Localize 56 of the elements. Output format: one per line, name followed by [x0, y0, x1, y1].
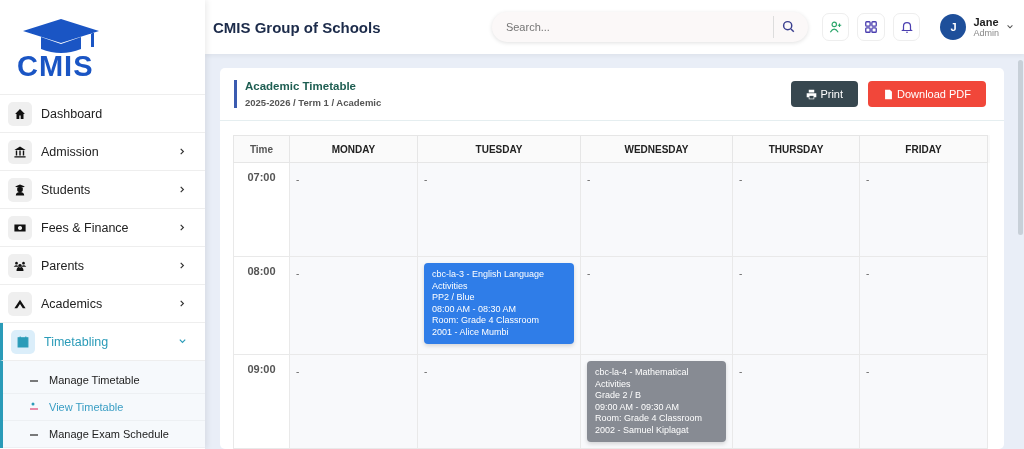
empty-cell: -	[739, 268, 743, 279]
empty-cell: -	[866, 366, 870, 377]
user-name: Jane	[973, 16, 999, 28]
empty-cell: -	[296, 174, 300, 185]
column-header: MONDAY	[290, 135, 418, 163]
lesson-card[interactable]: cbc-la-3 - English Language Activities PP2 / Blue 08:00 AM - 08:30 AM Room: Grade 4 Classroom 2001 - Alice Mumbi	[424, 263, 574, 344]
app-title: CMIS Group of Schools	[213, 18, 382, 36]
column-header: THURSDAY	[733, 135, 860, 163]
empty-cell: -	[296, 268, 300, 279]
empty-cell: -	[866, 268, 870, 279]
grid-icon[interactable]	[857, 13, 885, 41]
home-icon	[8, 101, 32, 126]
search-icon[interactable]	[781, 20, 795, 33]
empty-cell: -	[424, 366, 428, 377]
time-cell: 09:00	[233, 355, 290, 449]
printer-icon	[806, 88, 818, 100]
empty-cell: -	[587, 174, 591, 185]
submenu-item[interactable]: Manage Timetable	[3, 367, 205, 394]
nav-item[interactable]: Students	[0, 171, 205, 209]
column-header: Time	[233, 135, 290, 163]
nav-item[interactable]: Parents	[0, 247, 205, 285]
time-cell: 08:00	[233, 257, 290, 355]
nav-item[interactable]: Admission	[0, 133, 205, 171]
empty-cell: -	[866, 174, 870, 185]
scrollbar[interactable]	[1018, 60, 1023, 235]
document-icon	[883, 88, 894, 100]
user-role: Admin	[973, 28, 999, 38]
column-header: TUESDAY	[418, 135, 581, 163]
people-icon	[8, 253, 32, 278]
empty-cell: -	[587, 268, 591, 279]
pdf-button[interactable]: Download PDF	[868, 81, 986, 107]
logo: CMIS	[0, 0, 205, 95]
calendar-icon	[11, 329, 35, 354]
empty-cell: -	[296, 366, 300, 377]
money-icon	[8, 215, 32, 240]
nav-item[interactable]: Dashboard	[0, 95, 205, 133]
user-avatar[interactable]: J	[940, 14, 967, 40]
submenu-item[interactable]: Manage Exam Schedule	[3, 421, 205, 448]
bullet-icon	[29, 402, 39, 412]
time-cell: 07:00	[233, 163, 290, 257]
empty-cell: -	[739, 174, 743, 185]
add-user-icon[interactable]	[821, 13, 850, 41]
bell-icon[interactable]	[892, 13, 921, 41]
empty-cell: -	[424, 174, 428, 185]
bank-icon	[8, 139, 32, 164]
student-icon	[8, 177, 32, 202]
empty-cell: -	[739, 366, 743, 377]
column-header: FRIDAY	[860, 135, 988, 163]
print-button[interactable]: Print	[791, 81, 858, 107]
card-title: Academic Timetable	[245, 80, 357, 92]
nav-item[interactable]: Fees & Finance	[0, 209, 205, 247]
breadcrumb: 2025-2026 / Term 1 / Academic	[245, 97, 382, 108]
column-header: WEDNESDAY	[581, 135, 733, 163]
nav-item[interactable]: Academics	[0, 285, 205, 323]
search-field[interactable]: Search...	[491, 12, 808, 42]
caret-icon[interactable]	[1006, 23, 1014, 31]
